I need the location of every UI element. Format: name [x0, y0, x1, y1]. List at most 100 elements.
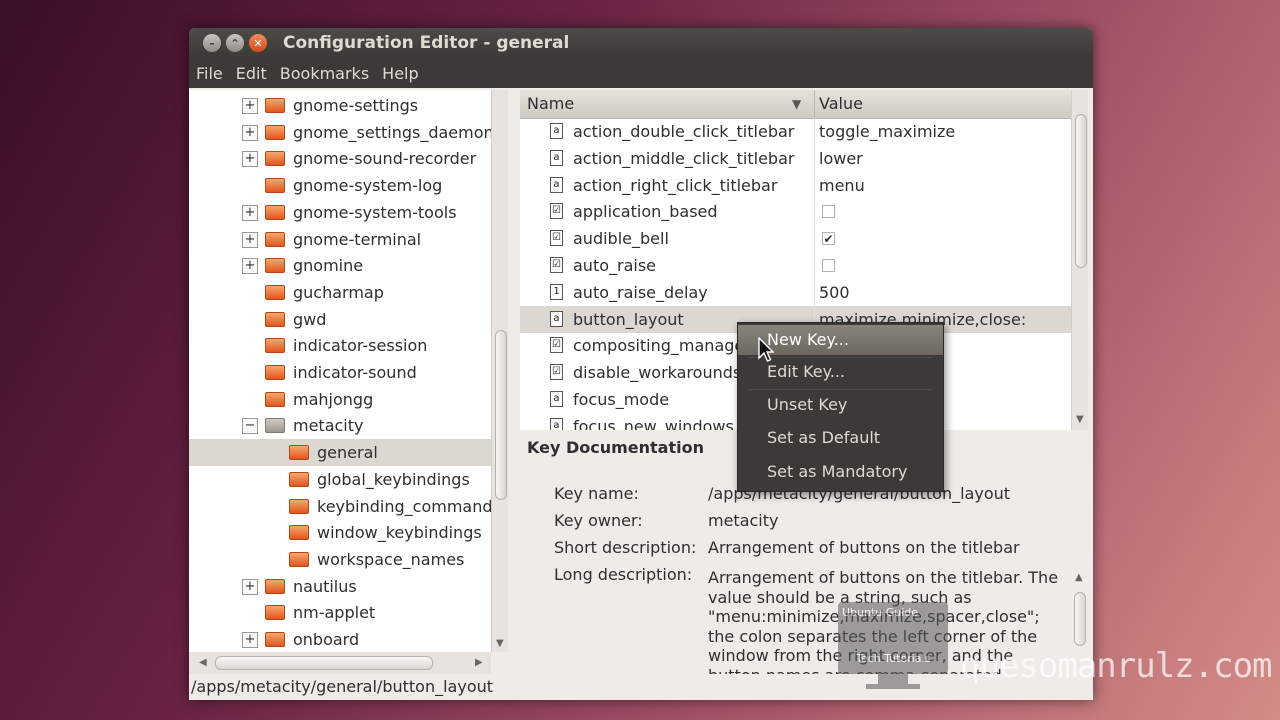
menu-bar: File Edit Bookmarks Help [189, 58, 1093, 88]
tree-item[interactable]: gnome-system-log [189, 172, 491, 199]
column-name-header[interactable]: Name [527, 90, 574, 118]
key-row[interactable]: ☑ application_based [520, 198, 1071, 225]
scroll-down-arrow-icon[interactable]: ▼ [496, 638, 504, 649]
key-name: auto_raise [573, 256, 657, 275]
expand-icon[interactable]: + [242, 98, 258, 114]
tree-item[interactable]: workspace_names [189, 546, 491, 573]
expand-icon[interactable]: + [242, 124, 258, 141]
doc-title: Key Documentation [527, 438, 704, 457]
menu-item-set-as-mandatory[interactable]: Set as Mandatory [738, 457, 943, 487]
menu-edit[interactable]: Edit [236, 64, 267, 83]
tree-horizontal-scrollbar[interactable]: ◀ ▶ [189, 652, 491, 674]
tree-item[interactable]: indicator-sound [189, 359, 491, 386]
key-owner-label: Key owner: [554, 511, 643, 530]
key-row[interactable]: a action_right_click_titlebar menu [520, 172, 1071, 199]
close-button[interactable]: ✕ [249, 34, 267, 52]
key-name: focus_new_windows [573, 416, 734, 430]
tree-item-label: mahjongg [293, 389, 374, 409]
tree-item[interactable]: gucharmap [189, 279, 491, 306]
expand-icon[interactable]: + [242, 632, 258, 648]
minimize-button[interactable]: – [203, 34, 221, 52]
menu-bookmarks[interactable]: Bookmarks [280, 64, 369, 83]
tree-item[interactable]: window_keybindings [189, 519, 491, 546]
expand-icon[interactable]: + [242, 231, 258, 248]
tree-item-label: global_keybindings [317, 469, 470, 489]
key-type-icon: ☑ [550, 257, 563, 273]
maximize-button[interactable]: ⌃ [226, 34, 244, 52]
key-row[interactable]: ☑ auto_raise [520, 252, 1071, 279]
tree-item[interactable]: + onboard [189, 626, 491, 653]
tree-item-label: gucharmap [293, 282, 384, 302]
key-row[interactable]: a action_middle_click_titlebar lower [520, 145, 1071, 172]
tree-item[interactable]: global_keybindings [189, 466, 491, 493]
value-checkbox[interactable] [822, 205, 835, 219]
folder-icon [265, 204, 285, 220]
title-bar: – ⌃ ✕ Configuration Editor - general [189, 28, 1093, 58]
directory-tree[interactable]: + gnome-settings + gnome_settings_daemon + gn… [189, 90, 491, 674]
long-description-label: Long description: [554, 565, 693, 584]
watermark-text: quesomanrulz.com [960, 646, 1273, 686]
expand-icon[interactable]: + [242, 258, 258, 275]
tree-item[interactable]: mahjongg [189, 386, 491, 413]
expand-icon[interactable]: + [242, 578, 258, 595]
tree-item-label: window_keybindings [317, 523, 482, 543]
doc-scroll-thumb[interactable] [1074, 592, 1086, 646]
expand-icon[interactable]: + [242, 204, 258, 221]
tree-item[interactable]: + gnome-system-tools [189, 199, 491, 226]
key-name: button_layout [573, 309, 684, 329]
list-vertical-scrollbar[interactable]: ▼ [1071, 90, 1088, 430]
short-description-label: Short description: [554, 538, 697, 557]
tech-tutorials-overlay: Ubuntu Guide Tech Tutorials [838, 602, 948, 690]
sort-descending-icon[interactable]: ▼ [792, 90, 801, 118]
menu-item-unset-key[interactable]: Unset Key [738, 390, 943, 420]
tree-item[interactable]: + nautilus [189, 573, 491, 600]
tree-item[interactable]: − metacity [189, 412, 491, 439]
tree-item-label: onboard [293, 630, 360, 649]
key-owner-value: metacity [708, 511, 779, 530]
mouse-pointer-icon [758, 337, 774, 362]
folder-icon [289, 525, 309, 541]
tree-item[interactable]: + gnome-terminal [189, 226, 491, 253]
value-checkbox[interactable]: ✔ [822, 232, 835, 246]
scroll-right-arrow-icon[interactable]: ▶ [475, 657, 483, 668]
column-value-header[interactable]: Value [819, 90, 863, 118]
tree-vertical-scrollbar[interactable]: ▼ [491, 90, 508, 652]
folder-icon [265, 578, 285, 594]
list-scroll-thumb[interactable] [1075, 114, 1087, 268]
key-name: auto_raise_delay [573, 282, 708, 302]
scroll-down-arrow-icon[interactable]: ▼ [1076, 414, 1084, 425]
scroll-left-arrow-icon[interactable]: ◀ [199, 657, 207, 668]
short-description-value: Arrangement of buttons on the titlebar [708, 538, 1020, 557]
scroll-up-arrow-icon[interactable]: ▲ [1075, 572, 1083, 583]
value-checkbox[interactable] [822, 259, 835, 272]
collapse-icon[interactable]: − [242, 418, 258, 435]
expand-icon[interactable]: + [242, 151, 258, 168]
key-type-icon: ☑ [550, 203, 563, 220]
menu-item-set-as-default[interactable]: Set as Default [738, 423, 943, 453]
overlay-line1: Ubuntu Guide [842, 606, 919, 619]
tree-hscroll-thumb[interactable] [215, 656, 433, 670]
key-type-icon: a [550, 417, 563, 430]
window-buttons: – ⌃ ✕ [203, 34, 267, 52]
tree-item-label: metacity [293, 416, 364, 436]
tree-item[interactable]: + gnome-settings [189, 92, 491, 119]
menu-help[interactable]: Help [382, 64, 418, 83]
tree-item[interactable]: nm-applet [189, 599, 491, 626]
tree-item[interactable]: keybinding_commands [189, 493, 491, 520]
tree-scroll-thumb[interactable] [495, 330, 507, 500]
menu-file[interactable]: File [196, 64, 223, 83]
tree-item[interactable]: + gnomine [189, 252, 491, 279]
tree-item[interactable]: gwd [189, 306, 491, 333]
tree-item[interactable]: + gnome_settings_daemon [189, 119, 491, 146]
tree-item-label: gnome_settings_daemon [293, 122, 491, 142]
tree-item[interactable]: indicator-session [189, 332, 491, 359]
key-row[interactable]: ☑ audible_bell ✔ [520, 225, 1071, 252]
key-type-icon: ☑ [550, 364, 563, 381]
key-row[interactable]: a action_double_click_titlebar toggle_maxi… [520, 118, 1071, 145]
key-name: action_double_click_titlebar [573, 122, 795, 141]
folder-icon [289, 445, 309, 461]
key-row[interactable]: 1 auto_raise_delay 500 [520, 279, 1071, 306]
tree-item[interactable]: + gnome-sound-recorder [189, 145, 491, 172]
tree-item[interactable]: general [189, 439, 491, 467]
folder-icon [265, 391, 285, 407]
